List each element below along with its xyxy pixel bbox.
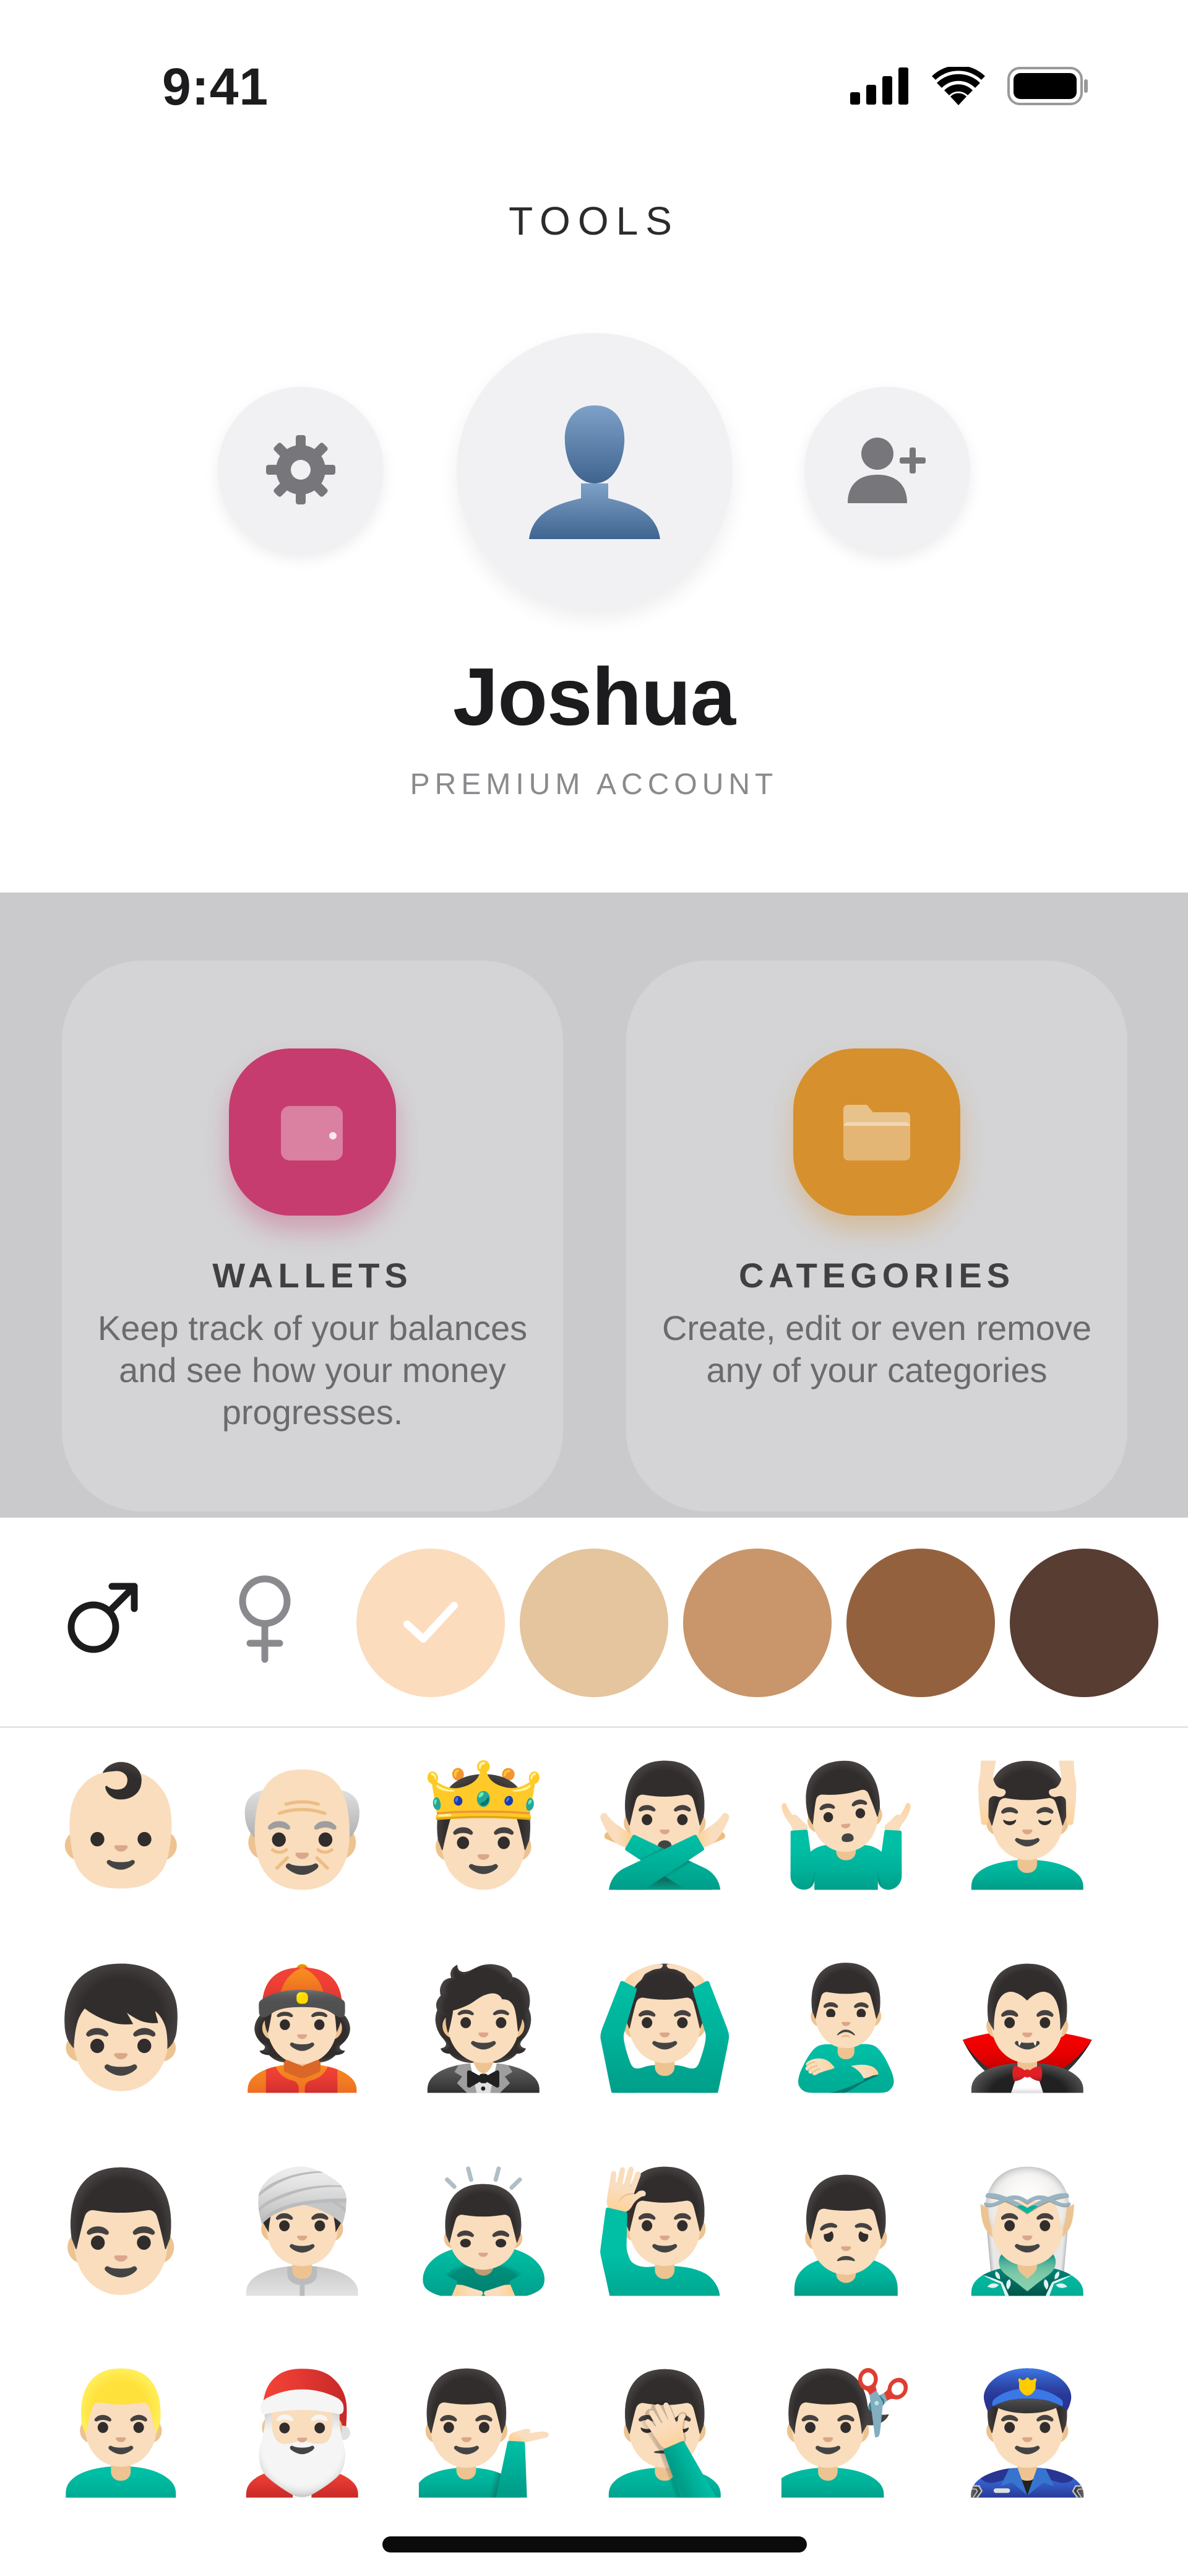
add-user-button[interactable] [804,387,970,553]
checkmark-icon [403,1602,458,1643]
emoji-option[interactable]: 🙅🏻‍♂️ [592,1754,738,1896]
wallet-icon [281,1106,343,1160]
wallets-title: WALLETS [212,1256,413,1295]
account-type-label: PREMIUM ACCOUNT [410,768,778,801]
skin-tone-swatch[interactable] [1010,1549,1158,1697]
skin-tone-swatch[interactable] [356,1549,505,1697]
male-filter-button[interactable] [53,1568,152,1667]
cellular-signal-icon [850,67,908,105]
battery-icon [1007,67,1088,105]
skin-tone-swatch[interactable] [520,1549,668,1697]
emoji-option[interactable]: 💁🏻‍♂️ [410,2362,557,2504]
status-bar: 9:41 [0,0,1188,167]
picker-toolbar [0,1518,1188,1728]
male-symbol-icon [67,1583,138,1653]
avatar[interactable] [457,333,733,609]
emoji-option[interactable]: 🧛🏻‍♂️ [954,1957,1101,2099]
wifi-icon [932,67,985,105]
wallets-description: Keep track of your balances and see how … [97,1308,528,1432]
emoji-option[interactable]: 👴🏻 [229,1754,376,1896]
settings-button[interactable] [218,387,384,553]
emoji-option[interactable]: 👮🏻‍♂️ [954,2362,1101,2504]
profile-name: Joshua [452,651,736,742]
page-title: TOOLS [509,199,679,243]
emoji-picker-sheet: 👶🏻 👴🏻 🤴🏻 🙅🏻‍♂️ 🤷🏻‍♂️ 💆🏻‍♂️ 👦🏻 👲🏻 🤵🏻 🙆🏻‍♂️ 🙎🏻‍♂️ 🧛🏻‍… [0,1518,1188,2576]
emoji-option[interactable]: 🙇🏻‍♂️ [410,2160,557,2302]
emoji-option[interactable]: 🙎🏻‍♂️ [773,1957,919,2099]
wallets-card[interactable]: WALLETS Keep track of your balances and … [62,961,563,1511]
gear-icon [266,435,335,504]
emoji-option[interactable]: 🎅🏻 [229,2362,376,2504]
emoji-option[interactable]: 🧝🏻‍♂️ [954,2160,1101,2302]
emoji-option[interactable]: 💇🏻‍♂️ [773,2362,919,2504]
home-indicator [382,2536,807,2552]
person-silhouette-icon [529,405,660,539]
emoji-option[interactable]: 👶🏻 [48,1754,194,1896]
emoji-option[interactable]: 🤵🏻 [410,1957,557,2099]
add-user-icon [848,438,926,503]
emoji-option[interactable]: 👳🏻‍♂️ [229,2160,376,2302]
skin-tone-swatch[interactable] [683,1549,832,1697]
emoji-option[interactable]: 🤴🏻 [410,1754,557,1896]
folder-icon [843,1105,910,1160]
status-time: 9:41 [162,58,269,116]
female-symbol-icon [239,1575,291,1663]
categories-card[interactable]: CATEGORIES Create, edit or even remove a… [626,961,1127,1511]
female-filter-button[interactable] [215,1568,314,1667]
emoji-option[interactable]: 🤦🏻‍♂️ [592,2362,738,2504]
categories-icon-tile [793,1048,960,1216]
emoji-grid: 👶🏻 👴🏻 🤴🏻 🙅🏻‍♂️ 🤷🏻‍♂️ 💆🏻‍♂️ 👦🏻 👲🏻 🤵🏻 🙆🏻‍♂️ 🙎🏻‍♂️ 🧛🏻‍… [0,1728,1188,2576]
emoji-option[interactable]: 💆🏻‍♂️ [954,1754,1101,1896]
emoji-option[interactable]: 🙋🏻‍♂️ [592,2160,738,2302]
status-icons [850,67,1089,105]
emoji-option[interactable]: 👨🏻 [48,2160,194,2302]
skin-tone-swatch[interactable] [846,1549,995,1697]
categories-title: CATEGORIES [738,1256,1015,1295]
emoji-option[interactable]: 👱🏻‍♂️ [48,2362,194,2504]
emoji-option[interactable]: 🙆🏻‍♂️ [592,1957,738,2099]
emoji-option[interactable]: 👲🏻 [229,1957,376,2099]
emoji-option[interactable]: 🤷🏻‍♂️ [773,1754,919,1896]
emoji-option[interactable]: 👦🏻 [48,1957,194,2099]
emoji-option[interactable]: 🙍🏻‍♂️ [773,2160,919,2302]
wallets-icon-tile [229,1048,396,1216]
categories-description: Create, edit or even remove any of your … [661,1308,1092,1390]
